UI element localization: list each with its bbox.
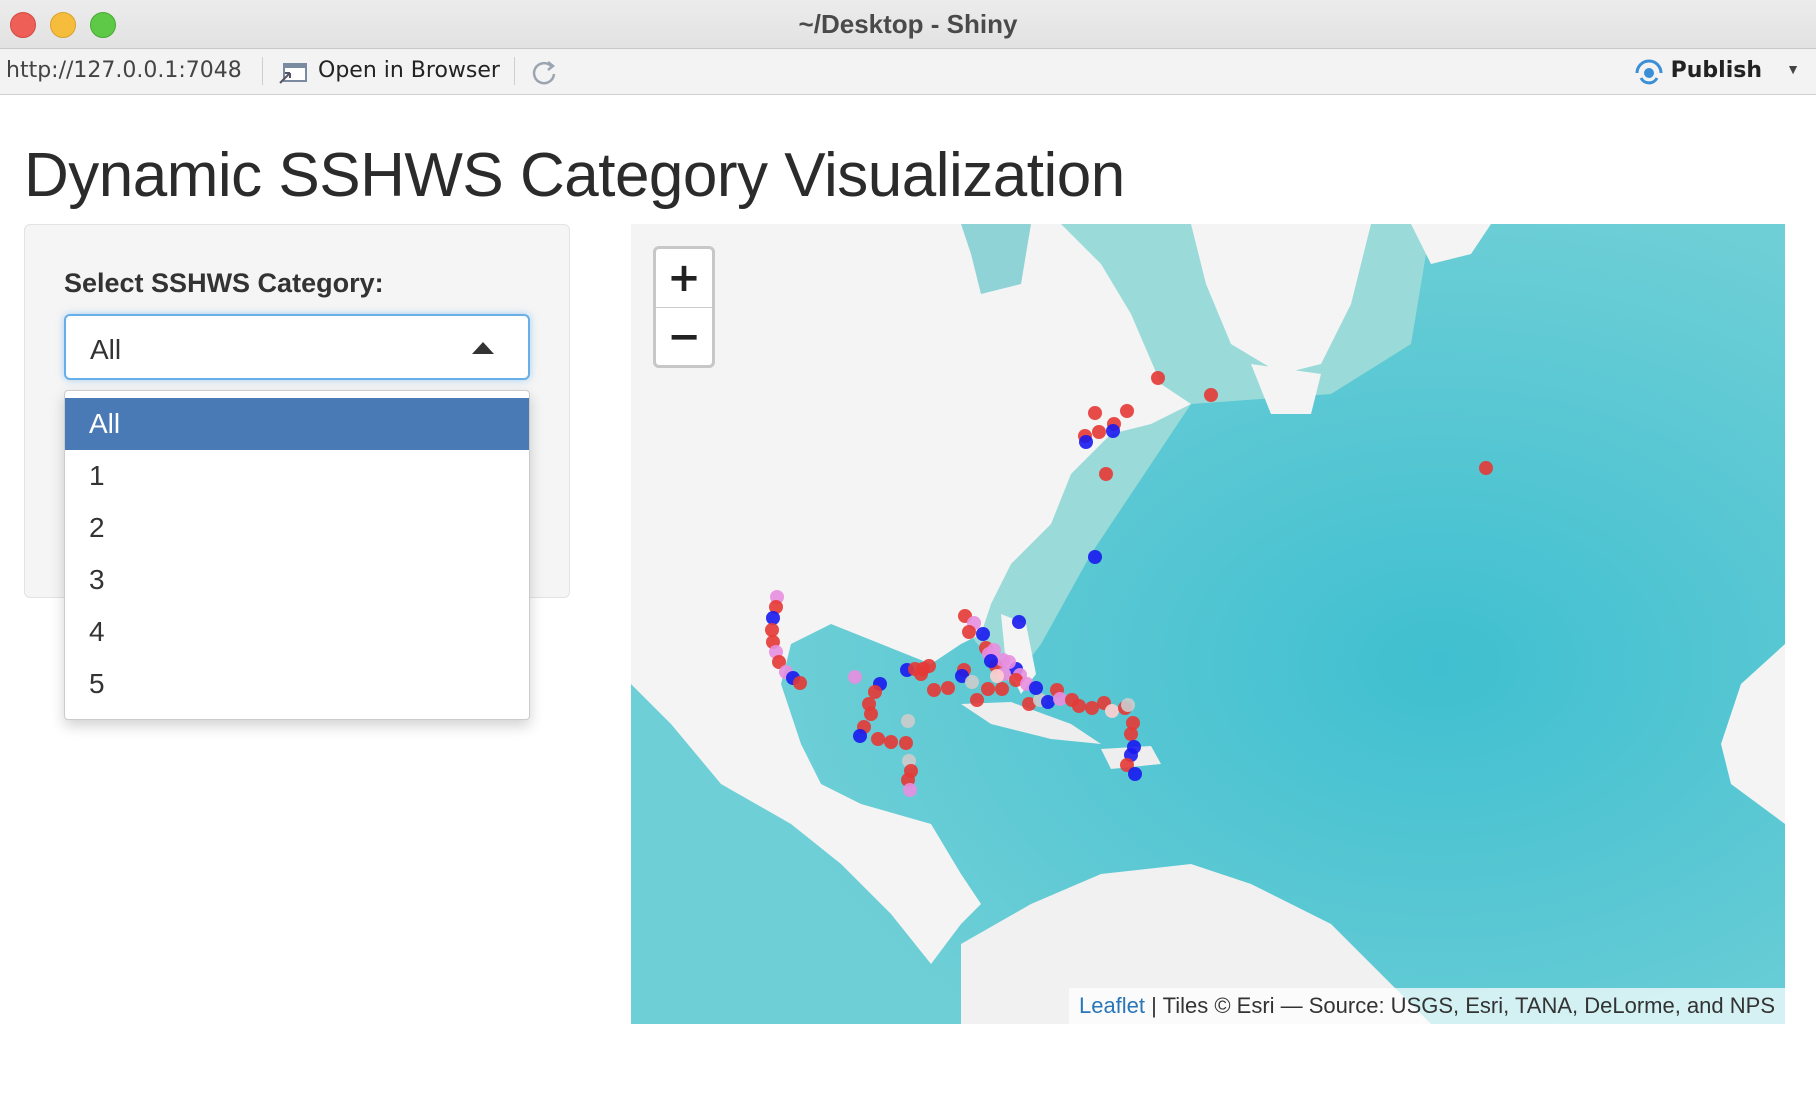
page-title: Dynamic SSHWS Category Visualization bbox=[24, 141, 1125, 210]
storm-marker[interactable] bbox=[848, 670, 862, 684]
storm-marker[interactable] bbox=[1012, 615, 1026, 629]
storm-marker[interactable] bbox=[1002, 655, 1016, 669]
storm-marker[interactable] bbox=[976, 627, 990, 641]
dropdown-option-3[interactable]: 3 bbox=[65, 554, 529, 606]
storm-marker[interactable] bbox=[1092, 425, 1106, 439]
toolbar-divider bbox=[514, 57, 515, 85]
storm-marker[interactable] bbox=[901, 714, 915, 728]
leaflet-link[interactable]: Leaflet bbox=[1079, 993, 1145, 1018]
storm-marker[interactable] bbox=[1120, 404, 1134, 418]
storm-marker[interactable] bbox=[903, 783, 917, 797]
storm-marker[interactable] bbox=[962, 625, 976, 639]
category-select-label: Select SSHWS Category: bbox=[64, 268, 384, 298]
storm-marker[interactable] bbox=[868, 685, 882, 699]
refresh-icon[interactable] bbox=[529, 59, 559, 87]
open-in-browser-button[interactable]: Open in Browser bbox=[278, 49, 508, 94]
storm-marker[interactable] bbox=[1041, 695, 1055, 709]
url-label: http://127.0.0.1:7048 bbox=[6, 58, 242, 83]
storm-marker[interactable] bbox=[1099, 467, 1113, 481]
viewer-toolbar: http://127.0.0.1:7048 Open in Browser Pu… bbox=[0, 49, 1816, 95]
leaflet-map[interactable]: + − Leaflet | Tiles © Esri — Source: USG… bbox=[631, 224, 1785, 1024]
storm-marker[interactable] bbox=[864, 707, 878, 721]
storm-marker[interactable] bbox=[990, 669, 1004, 683]
storm-marker[interactable] bbox=[927, 683, 941, 697]
storm-marker[interactable] bbox=[914, 667, 928, 681]
storm-marker[interactable] bbox=[984, 654, 998, 668]
storm-marker[interactable] bbox=[1204, 388, 1218, 402]
storm-marker[interactable] bbox=[1479, 461, 1493, 475]
zoom-out-button[interactable]: − bbox=[656, 308, 712, 365]
zoom-in-button[interactable]: + bbox=[656, 249, 712, 308]
category-select[interactable]: All bbox=[64, 314, 530, 380]
window-title-bar: ~/Desktop - Shiny bbox=[0, 0, 1816, 49]
dropdown-option-2[interactable]: 2 bbox=[65, 502, 529, 554]
storm-marker[interactable] bbox=[1124, 727, 1138, 741]
storm-marker[interactable] bbox=[995, 682, 1009, 696]
storm-marker[interactable] bbox=[1072, 699, 1086, 713]
open-in-browser-label: Open in Browser bbox=[318, 58, 500, 83]
storm-marker[interactable] bbox=[1105, 704, 1119, 718]
storm-marker[interactable] bbox=[1029, 681, 1043, 695]
attribution-text: | Tiles © Esri — Source: USGS, Esri, TAN… bbox=[1145, 993, 1775, 1018]
storm-marker[interactable] bbox=[1053, 692, 1067, 706]
storm-marker[interactable] bbox=[766, 611, 780, 625]
category-dropdown-menu: All 1 2 3 4 5 bbox=[64, 390, 530, 720]
dropdown-option-1[interactable]: 1 bbox=[65, 450, 529, 502]
publish-icon bbox=[1635, 59, 1663, 85]
storm-marker[interactable] bbox=[899, 736, 913, 750]
publish-button[interactable]: Publish bbox=[1671, 58, 1762, 83]
window-title: ~/Desktop - Shiny bbox=[798, 9, 1018, 39]
zoom-control: + − bbox=[653, 246, 715, 368]
storm-marker[interactable] bbox=[941, 681, 955, 695]
storm-marker[interactable] bbox=[793, 676, 807, 690]
dropdown-option-4[interactable]: 4 bbox=[65, 606, 529, 658]
browser-window-icon bbox=[279, 63, 307, 84]
category-select-value: All bbox=[90, 334, 122, 365]
storm-marker[interactable] bbox=[1088, 406, 1102, 420]
publish-menu-caret-icon[interactable]: ▼ bbox=[1786, 61, 1800, 77]
dropdown-option-all[interactable]: All bbox=[65, 398, 529, 450]
storm-marker[interactable] bbox=[1088, 550, 1102, 564]
storm-marker[interactable] bbox=[981, 682, 995, 696]
storm-marker[interactable] bbox=[1106, 424, 1120, 438]
storm-marker[interactable] bbox=[1128, 767, 1142, 781]
storm-marker[interactable] bbox=[1151, 371, 1165, 385]
caret-up-icon bbox=[472, 342, 494, 354]
storm-marker[interactable] bbox=[871, 732, 885, 746]
storm-marker[interactable] bbox=[1121, 698, 1135, 712]
storm-marker[interactable] bbox=[884, 735, 898, 749]
storm-marker[interactable] bbox=[1085, 701, 1099, 715]
map-tiles bbox=[631, 224, 1785, 1024]
map-attribution: Leaflet | Tiles © Esri — Source: USGS, E… bbox=[1068, 988, 1785, 1024]
storm-marker[interactable] bbox=[965, 675, 979, 689]
storm-marker[interactable] bbox=[970, 693, 984, 707]
toolbar-divider bbox=[262, 57, 263, 85]
dropdown-option-5[interactable]: 5 bbox=[65, 658, 529, 710]
storm-marker[interactable] bbox=[765, 623, 779, 637]
storm-marker[interactable] bbox=[1079, 435, 1093, 449]
storm-marker[interactable] bbox=[853, 729, 867, 743]
